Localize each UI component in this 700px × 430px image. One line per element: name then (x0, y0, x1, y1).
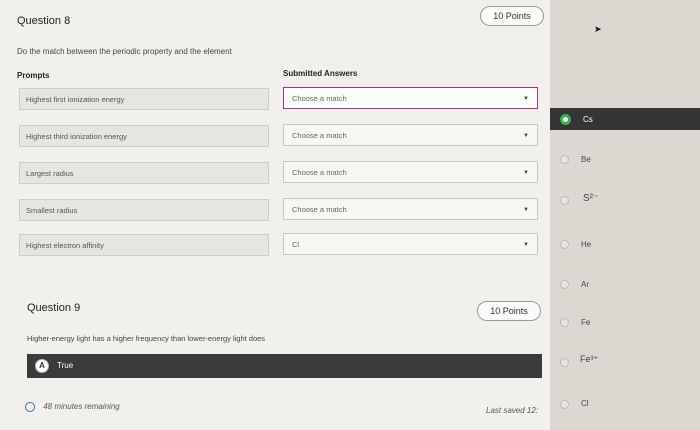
timer-icon (25, 402, 35, 412)
match-select[interactable]: Choose a match ▼ (283, 87, 538, 109)
prompt-row: Highest first ionization energy (19, 88, 269, 110)
question-8-title: Question 8 (17, 15, 71, 27)
quiz-page: Question 8 10 Points Do the match betwee… (0, 0, 550, 430)
cursor-icon: ➤ (594, 24, 602, 34)
question-8-points-badge: 10 Points (480, 6, 544, 26)
option-be[interactable]: Be (581, 155, 591, 164)
option-cs[interactable]: Cs (583, 115, 593, 124)
option-he[interactable]: He (581, 240, 591, 249)
question-9-points-badge: 10 Points (477, 301, 541, 321)
answer-option-true[interactable]: A True (27, 354, 542, 378)
caret-down-icon: ▼ (523, 207, 529, 213)
prompt-row: Largest radius (19, 162, 269, 184)
option-cl[interactable]: Cl (581, 399, 589, 408)
question-8-instruction: Do the match between the periodic proper… (17, 47, 232, 56)
option-s2[interactable]: S²⁻ (583, 193, 598, 204)
radio-s2[interactable] (560, 196, 569, 205)
option-label: True (57, 361, 74, 370)
radio-ar[interactable] (560, 280, 569, 289)
option-fe3[interactable]: Fe³⁺ (580, 354, 598, 365)
caret-down-icon: ▼ (523, 133, 529, 139)
prompt-row: Smallest radius (19, 199, 269, 221)
match-select[interactable]: Cl ▼ (283, 233, 538, 255)
submitted-answers-header: Submitted Answers (283, 69, 358, 78)
radio-he[interactable] (560, 240, 569, 249)
question-9-title: Question 9 (27, 302, 81, 314)
match-select[interactable]: Choose a match ▼ (283, 198, 538, 220)
radio-cs[interactable] (560, 114, 571, 125)
question-9-text: Higher-energy light has a higher frequen… (27, 334, 266, 343)
match-select[interactable]: Choose a match ▼ (283, 161, 538, 183)
caret-down-icon: ▼ (523, 170, 529, 176)
prompts-header: Prompts (17, 71, 50, 80)
radio-fe[interactable] (560, 318, 569, 327)
timer-text: 48 minutes remaining (43, 402, 120, 412)
radio-cl[interactable] (560, 400, 569, 409)
options-sidebar (550, 0, 700, 430)
option-letter-badge: A (35, 359, 49, 373)
option-ar[interactable]: Ar (581, 280, 589, 289)
match-select-value: Choose a match (292, 168, 347, 177)
match-select-value: Choose a match (292, 131, 347, 140)
timer: 48 minutes remaining (25, 402, 120, 412)
caret-down-icon: ▼ (523, 242, 529, 248)
radio-fe3[interactable] (560, 358, 569, 367)
prompt-row: Highest third ionization energy (19, 125, 269, 147)
match-select-value: Choose a match (292, 205, 347, 214)
match-select-value: Cl (292, 240, 300, 249)
radio-be[interactable] (560, 155, 569, 164)
prompt-row: Highest electron affinity (19, 234, 269, 256)
match-select[interactable]: Choose a match ▼ (283, 124, 538, 146)
caret-down-icon: ▼ (523, 96, 529, 102)
option-fe[interactable]: Fe (581, 318, 590, 327)
last-saved-text: Last saved 12: (486, 406, 539, 415)
match-select-value: Choose a match (292, 94, 347, 103)
selected-option-highlight (550, 108, 700, 130)
